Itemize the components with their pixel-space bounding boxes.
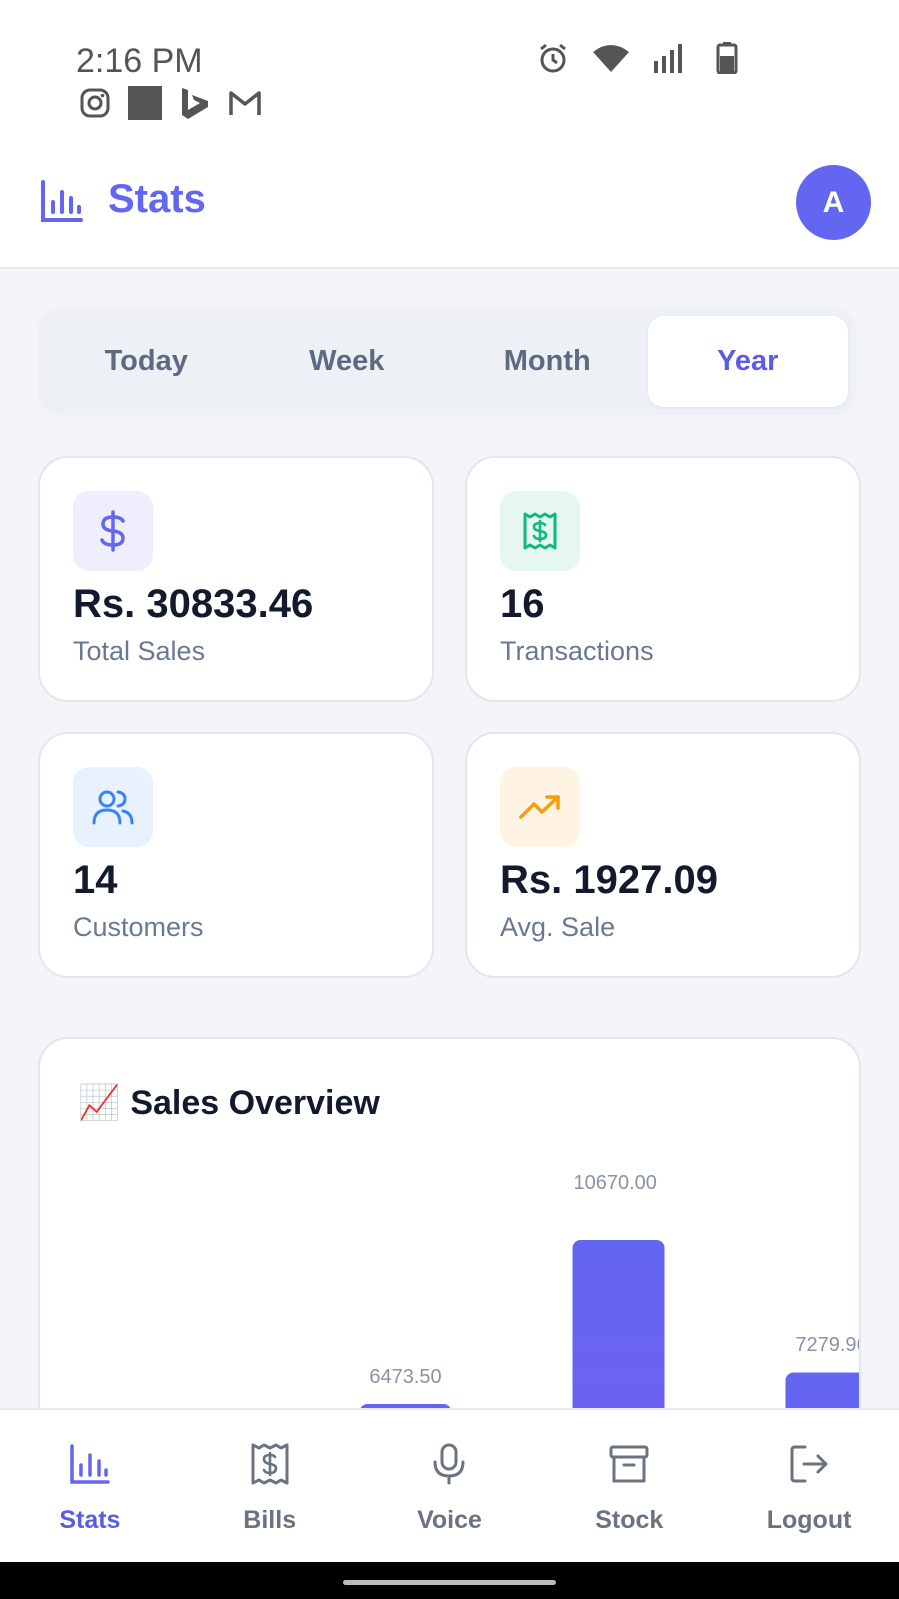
receipt-icon bbox=[500, 491, 580, 571]
period-tabs: Today Week Month Year bbox=[38, 308, 856, 415]
nav-stock-label: Stock bbox=[595, 1506, 664, 1534]
users-icon bbox=[73, 767, 153, 847]
nav-logout-label: Logout bbox=[766, 1506, 852, 1534]
total-sales-label: Total Sales bbox=[73, 636, 206, 666]
tab-week[interactable]: Week bbox=[247, 316, 448, 407]
nav-bills[interactable]: Bills bbox=[180, 1410, 360, 1562]
total-sales-value: Rs. 30833.46 bbox=[73, 582, 314, 626]
status-time: 2:16 PM bbox=[76, 42, 203, 80]
transactions-label: Transactions bbox=[500, 636, 654, 666]
avg-sale-value: Rs. 1927.09 bbox=[500, 858, 718, 902]
nav-stock[interactable]: Stock bbox=[539, 1410, 719, 1562]
total-sales-card: Rs. 30833.46 Total Sales bbox=[38, 456, 434, 702]
bar-chart-icon bbox=[68, 1442, 112, 1486]
nav-stats-label: Stats bbox=[59, 1506, 121, 1534]
bing-icon bbox=[178, 86, 212, 120]
sales-overview-card: 📈 Sales Overview 6473.50 10670.00 7279.96 bbox=[38, 1037, 861, 1457]
page-title: Stats bbox=[108, 177, 206, 221]
notification-icons bbox=[78, 86, 262, 120]
nav-logout[interactable]: Logout bbox=[719, 1410, 899, 1562]
transactions-value: 16 bbox=[500, 582, 545, 626]
tab-month[interactable]: Month bbox=[447, 316, 648, 407]
trending-up-icon bbox=[500, 767, 580, 847]
battery-icon bbox=[709, 40, 745, 76]
nav-bills-label: Bills bbox=[243, 1506, 297, 1534]
avatar[interactable]: A bbox=[796, 165, 871, 240]
status-icons bbox=[535, 40, 745, 76]
logout-icon bbox=[787, 1442, 831, 1486]
instagram-icon bbox=[78, 86, 112, 120]
gmail-icon bbox=[228, 86, 262, 120]
avg-sale-label: Avg. Sale bbox=[500, 912, 616, 942]
nav-voice[interactable]: Voice bbox=[360, 1410, 540, 1562]
status-bar: 2:16 PM bbox=[0, 0, 899, 135]
app-header: Stats A bbox=[0, 135, 899, 269]
avg-sale-card: Rs. 1927.09 Avg. Sale bbox=[465, 732, 861, 978]
sales-bar-chart bbox=[359, 1240, 859, 1455]
tab-today[interactable]: Today bbox=[46, 316, 247, 407]
bar-chart-icon bbox=[40, 179, 84, 223]
wifi-icon bbox=[593, 40, 629, 76]
customers-value: 14 bbox=[73, 858, 118, 902]
dollar-icon bbox=[73, 491, 153, 571]
archive-icon bbox=[607, 1442, 651, 1486]
square-icon bbox=[128, 86, 162, 120]
nav-stats[interactable]: Stats bbox=[0, 1410, 180, 1562]
transactions-card: 16 Transactions bbox=[465, 456, 861, 702]
receipt-icon bbox=[248, 1442, 292, 1486]
signal-icon bbox=[651, 40, 687, 76]
tab-year[interactable]: Year bbox=[647, 316, 848, 407]
bottom-nav: Stats Bills Voice Stock Logout bbox=[0, 1408, 899, 1562]
microphone-icon bbox=[427, 1442, 471, 1486]
alarm-icon bbox=[535, 40, 571, 76]
customers-card: 14 Customers bbox=[38, 732, 434, 978]
bar-data-label: 10670.00 bbox=[573, 1172, 657, 1194]
home-indicator[interactable] bbox=[343, 1580, 556, 1585]
bar-data-label: 6473.50 bbox=[369, 1366, 442, 1388]
bar-data-label: 7279.96 bbox=[795, 1334, 861, 1357]
customers-label: Customers bbox=[73, 912, 204, 942]
nav-voice-label: Voice bbox=[417, 1506, 482, 1534]
